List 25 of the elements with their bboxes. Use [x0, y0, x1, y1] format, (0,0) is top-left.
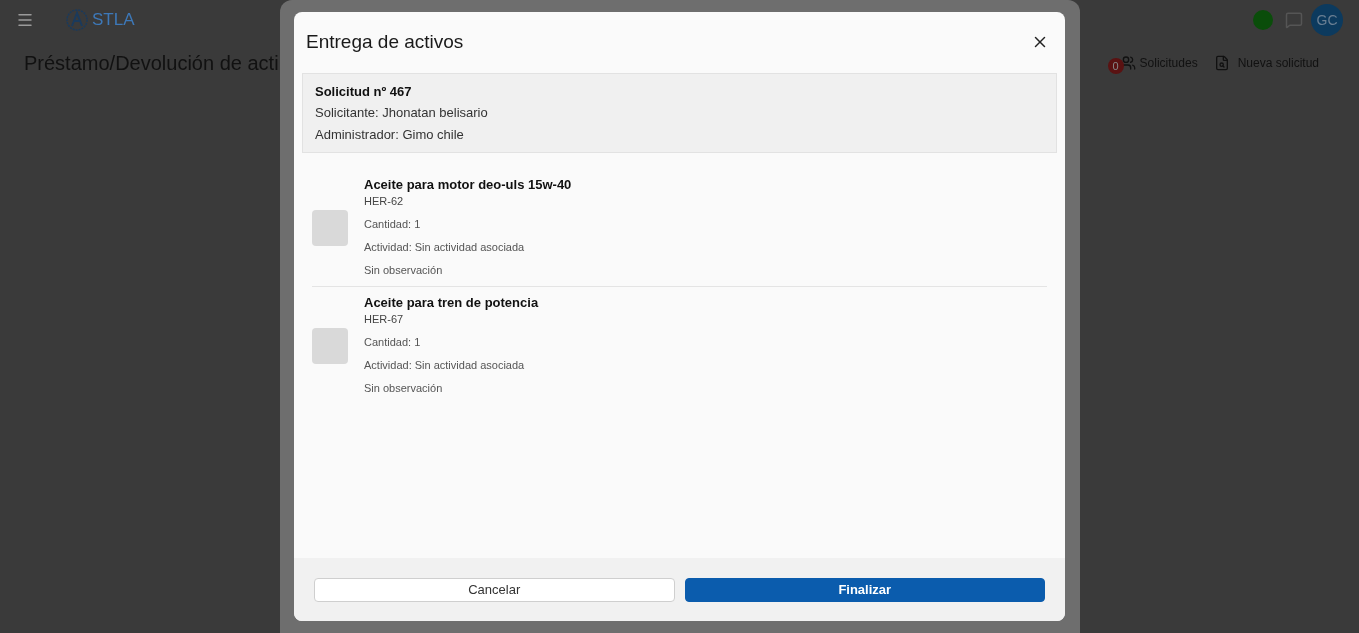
item-code: HER-67 — [364, 312, 405, 327]
item-quantity: Cantidad: 1 — [364, 335, 422, 350]
finish-button[interactable]: Finalizar — [684, 577, 1045, 602]
item-quantity: Cantidad: 1 — [364, 217, 422, 232]
item-observation: Sin observación — [364, 263, 444, 278]
user-avatar[interactable]: GC — [1311, 4, 1343, 36]
logo-icon — [66, 9, 88, 31]
item-name: Aceite para tren de potencia — [364, 295, 539, 311]
form-icon[interactable] — [1213, 55, 1230, 71]
chat-icon[interactable] — [1285, 11, 1303, 29]
photo-placeholder — [312, 327, 348, 364]
brand-name: STLA — [92, 9, 135, 32]
requester-text: Solicitante: Jhonatan belisario — [315, 104, 489, 122]
photo-placeholder — [312, 209, 348, 246]
dialog-title: Entrega de activos — [306, 30, 464, 54]
administrator-text: Administrador: Gimo chile — [315, 125, 465, 144]
menu-icon[interactable] — [16, 11, 34, 29]
item-activity: Actividad: Sin actividad asociada — [364, 358, 526, 373]
item-activity: Actividad: Sin actividad asociada — [364, 240, 526, 255]
count-badge: 0 — [1107, 58, 1124, 74]
item-name: Aceite para motor deo-uls 15w-40 — [364, 177, 572, 193]
cancel-button[interactable]: Cancelar — [314, 577, 675, 602]
request-number: Solicitud nº 467 — [315, 82, 413, 101]
item-code: HER-62 — [364, 194, 405, 209]
item-observation: Sin observación — [364, 381, 444, 396]
